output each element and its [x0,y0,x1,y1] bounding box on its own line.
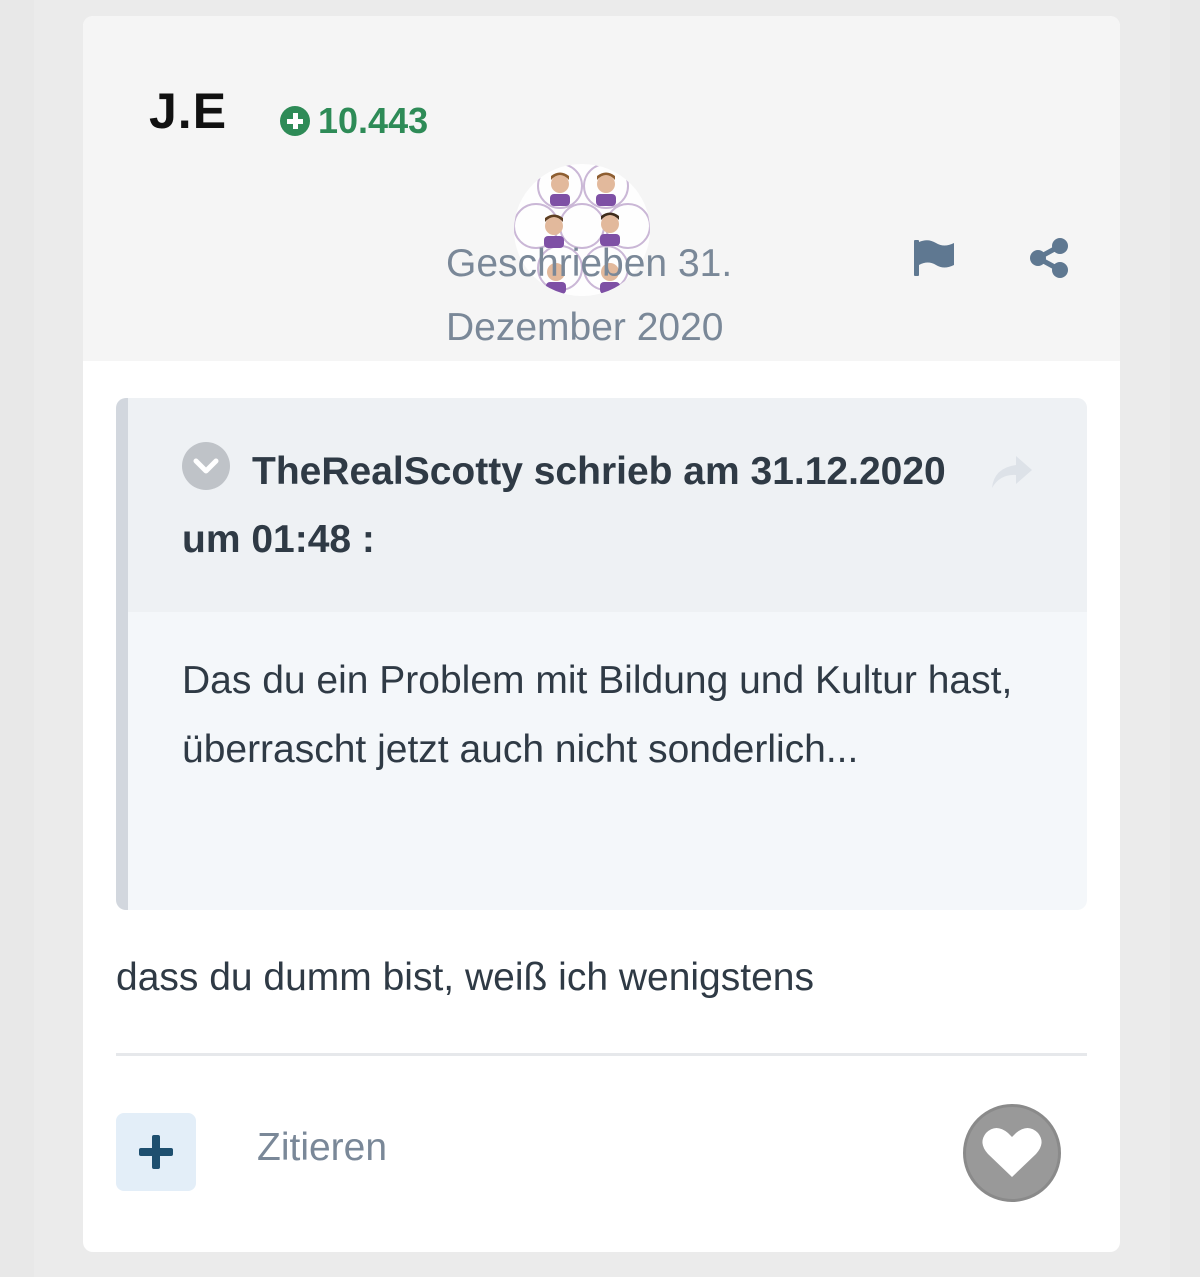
divider [116,1053,1087,1056]
quote-button[interactable]: Zitieren [257,1126,387,1170]
quote-header: TheRealScotty schrieb am 31.12.2020 um 0… [128,398,1087,612]
flag-icon[interactable] [912,238,956,278]
reply-arrow-icon[interactable] [988,452,1034,492]
post-date[interactable]: Geschrieben 31. Dezember 2020 [446,232,776,360]
plus-circle-icon [280,106,310,136]
share-icon[interactable] [1028,238,1070,278]
reputation-badge[interactable]: 10.443 [280,100,428,142]
quote-citation[interactable]: TheRealScotty schrieb am 31.12.2020 um 0… [182,438,982,574]
reputation-count: 10.443 [318,100,429,141]
like-button[interactable] [963,1104,1061,1202]
post-header: J.E 10.443 Geschrieben 31. Dezember 2020 [83,16,1120,361]
post-card: J.E 10.443 Geschrieben 31. Dezember 2020… [83,16,1120,1252]
quote-body: Das du ein Problem mit Bildung und Kultu… [182,659,1013,771]
multiquote-button[interactable] [116,1113,196,1191]
heart-icon [982,1128,1042,1177]
post-content: dass du dumm bist, weiß ich wenigstens [116,956,814,999]
author-name[interactable]: J.E [149,82,227,140]
quote-block: TheRealScotty schrieb am 31.12.2020 um 0… [116,398,1087,910]
